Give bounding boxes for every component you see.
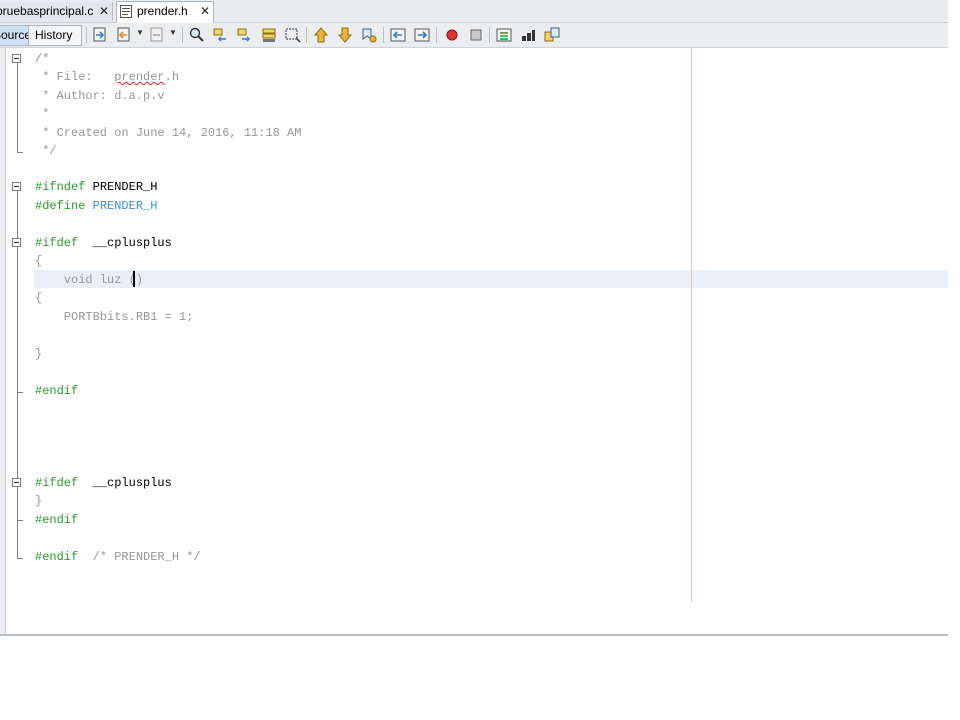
code-text: __cplusplus: [78, 476, 172, 490]
code-line: * Author: d.a.p.v: [35, 89, 165, 103]
fold-toggle-icon[interactable]: [12, 238, 21, 247]
code-line: */: [35, 144, 57, 158]
right-margin-line: [691, 48, 692, 602]
fold-line: [17, 392, 18, 478]
fold-line: [17, 520, 18, 558]
previous-bookmark-icon[interactable]: [312, 26, 330, 44]
toolbar-separator: [489, 27, 490, 43]
toolbar-separator: [383, 27, 384, 43]
code-text: * File:: [35, 70, 115, 84]
macro-text: PRENDER_H: [85, 199, 158, 213]
fold-end: [17, 558, 23, 559]
close-icon[interactable]: ✕: [200, 2, 210, 20]
code-line: #endif: [35, 513, 79, 527]
find-next-icon[interactable]: [236, 26, 254, 44]
fold-toggle-icon[interactable]: [12, 478, 21, 487]
code-line: #endif: [35, 384, 79, 398]
code-line: #define PRENDER_H: [35, 197, 157, 215]
comment-text: /* PRENDER_H */: [78, 550, 201, 564]
last-edit-icon[interactable]: [91, 26, 109, 44]
code-line: #ifdef __cplusplus: [35, 234, 172, 252]
find-selection-icon[interactable]: [188, 26, 206, 44]
toggle-rect-select-icon[interactable]: [284, 26, 302, 44]
editor-tab-bar: pruebasprincipal.c ✕ prender.h ✕: [0, 0, 948, 23]
shift-left-icon[interactable]: [389, 26, 407, 44]
fold-line: [17, 247, 18, 392]
stop-macro-icon[interactable]: [467, 26, 485, 44]
chevron-down-icon[interactable]: ▼: [136, 28, 144, 37]
uncomment-icon[interactable]: [519, 26, 537, 44]
toggle-highlight-icon[interactable]: [260, 26, 278, 44]
keyword-text: #endif: [35, 550, 79, 564]
tab-label: prender.h: [137, 4, 188, 18]
fold-line: [17, 191, 18, 241]
code-text: __cplusplus: [78, 236, 172, 250]
keyword-text: #ifndef: [35, 180, 86, 194]
code-line: }: [35, 494, 43, 508]
shift-right-icon[interactable]: [413, 26, 431, 44]
tab-prender-h[interactable]: prender.h ✕: [116, 1, 214, 23]
editor-toolbar: Source History ▼ ▼: [0, 23, 948, 48]
keyword-text: #ifdef: [35, 476, 79, 490]
editor-bottom-border: [0, 634, 948, 636]
fold-line: [17, 487, 18, 520]
code-text: .h: [164, 70, 180, 84]
toolbar-separator: [86, 27, 87, 43]
next-bookmark-icon[interactable]: [336, 26, 354, 44]
diff-icon[interactable]: [543, 26, 561, 44]
code-line: }: [35, 347, 43, 361]
code-line: /*: [35, 52, 50, 66]
tab-pruebasprincipal[interactable]: pruebasprincipal.c ✕: [0, 2, 113, 21]
toolbar-separator: [436, 27, 437, 43]
fold-toggle-icon[interactable]: [12, 54, 21, 63]
fold-toggle-icon[interactable]: [12, 182, 21, 191]
header-file-icon: [120, 5, 132, 18]
find-previous-icon[interactable]: [212, 26, 230, 44]
fold-end: [17, 152, 23, 153]
code-text: PRENDER_H: [85, 180, 158, 194]
code-line: * File: prender.h: [35, 68, 179, 86]
fold-line: [17, 63, 18, 152]
code-line: void luz (): [35, 273, 144, 287]
code-line: {: [35, 254, 43, 268]
comment-icon[interactable]: [495, 26, 513, 44]
keyword-text: #ifdef: [35, 236, 79, 250]
keyword-text: #define: [35, 199, 86, 213]
back-icon[interactable]: [115, 26, 133, 44]
code-line: #endif /* PRENDER_H */: [35, 548, 201, 566]
toggle-bookmark-icon[interactable]: [360, 26, 378, 44]
code-line: #ifndef PRENDER_H: [35, 178, 157, 196]
code-line: *: [35, 107, 50, 121]
toolbar-separator: [306, 27, 307, 43]
text-caret: [133, 271, 135, 287]
code-line: * Created on June 14, 2016, 11:18 AM: [35, 126, 302, 140]
spelling-error-text: prender: [114, 70, 165, 84]
code-line: PORTBbits.RB1 = 1;: [35, 310, 194, 324]
start-macro-icon[interactable]: [443, 26, 461, 44]
chevron-down-icon[interactable]: ▼: [169, 28, 177, 37]
tab-label: pruebasprincipal.c: [0, 4, 94, 18]
close-icon[interactable]: ✕: [99, 2, 109, 20]
code-line: {: [35, 291, 43, 305]
current-line-highlight: [34, 270, 948, 288]
forward-icon[interactable]: [148, 26, 166, 44]
tab-history[interactable]: History: [28, 25, 82, 46]
toolbar-separator: [182, 27, 183, 43]
code-line: #ifdef __cplusplus: [35, 474, 172, 492]
